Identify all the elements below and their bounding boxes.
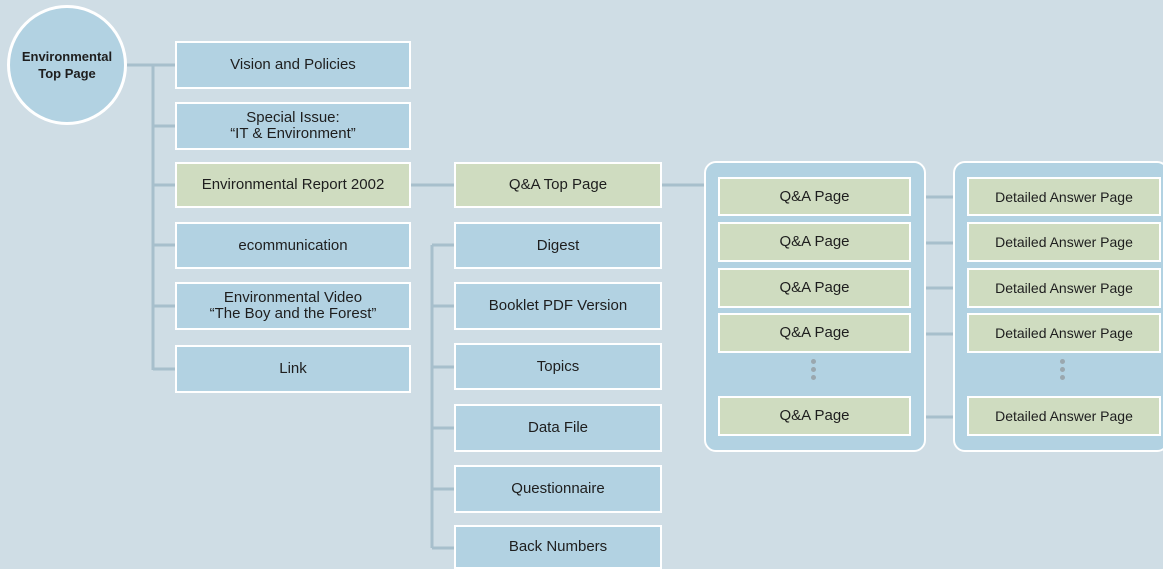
node-data-file[interactable]: Data File	[454, 404, 662, 452]
node-environmental-report-2002[interactable]: Environmental Report 2002	[175, 162, 411, 208]
qa-page-item[interactable]: Q&A Page	[718, 177, 911, 216]
node-booklet-pdf-version[interactable]: Booklet PDF Version	[454, 282, 662, 330]
node-special-issue[interactable]: Special Issue: “IT & Environment”	[175, 102, 411, 150]
detailed-answer-page-item[interactable]: Detailed Answer Page	[967, 222, 1161, 262]
node-environmental-video[interactable]: Environmental Video “The Boy and the For…	[175, 282, 411, 330]
node-topics[interactable]: Topics	[454, 343, 662, 390]
node-digest[interactable]: Digest	[454, 222, 662, 269]
detailed-answer-page-item[interactable]: Detailed Answer Page	[967, 177, 1161, 216]
qa-page-item[interactable]: Q&A Page	[718, 313, 911, 353]
qa-page-item[interactable]: Q&A Page	[718, 222, 911, 262]
qa-page-item[interactable]: Q&A Page	[718, 268, 911, 308]
node-back-numbers[interactable]: Back Numbers	[454, 525, 662, 569]
root-node-environmental-top-page[interactable]: Environmental Top Page	[7, 5, 127, 125]
detailed-answer-page-item[interactable]: Detailed Answer Page	[967, 396, 1161, 436]
ellipsis-dots-icon	[1060, 359, 1066, 383]
node-vision-and-policies[interactable]: Vision and Policies	[175, 41, 411, 89]
node-ecommunication[interactable]: ecommunication	[175, 222, 411, 269]
qa-page-item[interactable]: Q&A Page	[718, 396, 911, 436]
site-map-diagram: Environmental Top Page Vision and Polici…	[0, 0, 1163, 569]
detailed-answer-page-item[interactable]: Detailed Answer Page	[967, 268, 1161, 308]
detailed-answer-page-item[interactable]: Detailed Answer Page	[967, 313, 1161, 353]
ellipsis-dots-icon	[811, 359, 817, 383]
node-link[interactable]: Link	[175, 345, 411, 393]
node-qa-top-page[interactable]: Q&A Top Page	[454, 162, 662, 208]
node-questionnaire[interactable]: Questionnaire	[454, 465, 662, 513]
